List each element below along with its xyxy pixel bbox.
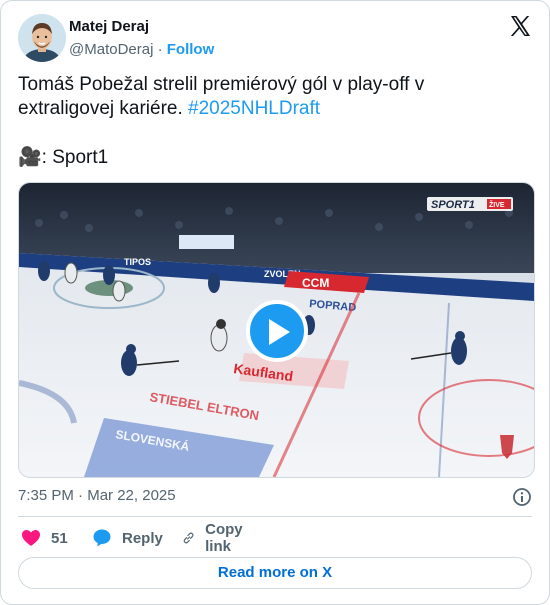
ad-ccm: CCM bbox=[302, 276, 329, 290]
tweet-credit: 🎥: Sport1 bbox=[18, 146, 108, 170]
play-icon bbox=[269, 319, 290, 345]
video-camera-icon: 🎥 bbox=[18, 147, 42, 168]
read-more-button[interactable]: Read more on X bbox=[18, 557, 532, 589]
timestamp[interactable]: 7:35 PM · Mar 22, 2025 bbox=[18, 487, 176, 504]
hashtag-link[interactable]: #2025NHLDraft bbox=[188, 98, 320, 119]
author-name[interactable]: Matej Deraj bbox=[69, 18, 149, 35]
copy-link-label: Copy link bbox=[205, 521, 243, 555]
svg-text:TIPOS: TIPOS bbox=[124, 257, 151, 267]
play-button[interactable] bbox=[246, 300, 308, 362]
author-handle[interactable]: @MatoDeraj bbox=[69, 41, 153, 58]
live-badge: ŽIVE bbox=[489, 200, 505, 209]
date-text: Mar 22, 2025 bbox=[87, 487, 176, 504]
heart-icon bbox=[22, 530, 40, 546]
time-text: 7:35 PM bbox=[18, 487, 74, 504]
tweet-text: Tomáš Pobežal strelil premiérový gól v p… bbox=[18, 73, 518, 121]
reply-label: Reply bbox=[122, 529, 163, 547]
video-player[interactable]: TIPOS ZVOLEN CCM POPRAD Kaufland STIEBEL… bbox=[18, 182, 535, 478]
separator: · bbox=[157, 41, 163, 58]
reply-bubble-icon bbox=[93, 529, 111, 547]
copy-link-button[interactable]: Copy link bbox=[182, 521, 250, 555]
follow-button[interactable]: Follow bbox=[167, 41, 215, 58]
like-button[interactable]: 51 bbox=[21, 526, 68, 550]
broadcaster-logo: SPORT1 bbox=[431, 199, 475, 211]
separator: · bbox=[78, 487, 84, 504]
info-icon[interactable] bbox=[512, 487, 532, 507]
x-logo-icon[interactable] bbox=[508, 14, 532, 38]
tweet-card: Matej Deraj @MatoDeraj · Follow Tomáš Po… bbox=[0, 0, 550, 605]
like-count: 51 bbox=[51, 529, 68, 547]
link-icon bbox=[183, 532, 194, 544]
avatar[interactable] bbox=[18, 14, 66, 62]
divider bbox=[18, 516, 532, 517]
author-handle-line: @MatoDeraj · Follow bbox=[69, 41, 214, 58]
credit-text: : Sport1 bbox=[41, 147, 109, 168]
reply-button[interactable]: Reply bbox=[92, 526, 163, 550]
tweet-header: Matej Deraj @MatoDeraj · Follow bbox=[18, 14, 532, 62]
